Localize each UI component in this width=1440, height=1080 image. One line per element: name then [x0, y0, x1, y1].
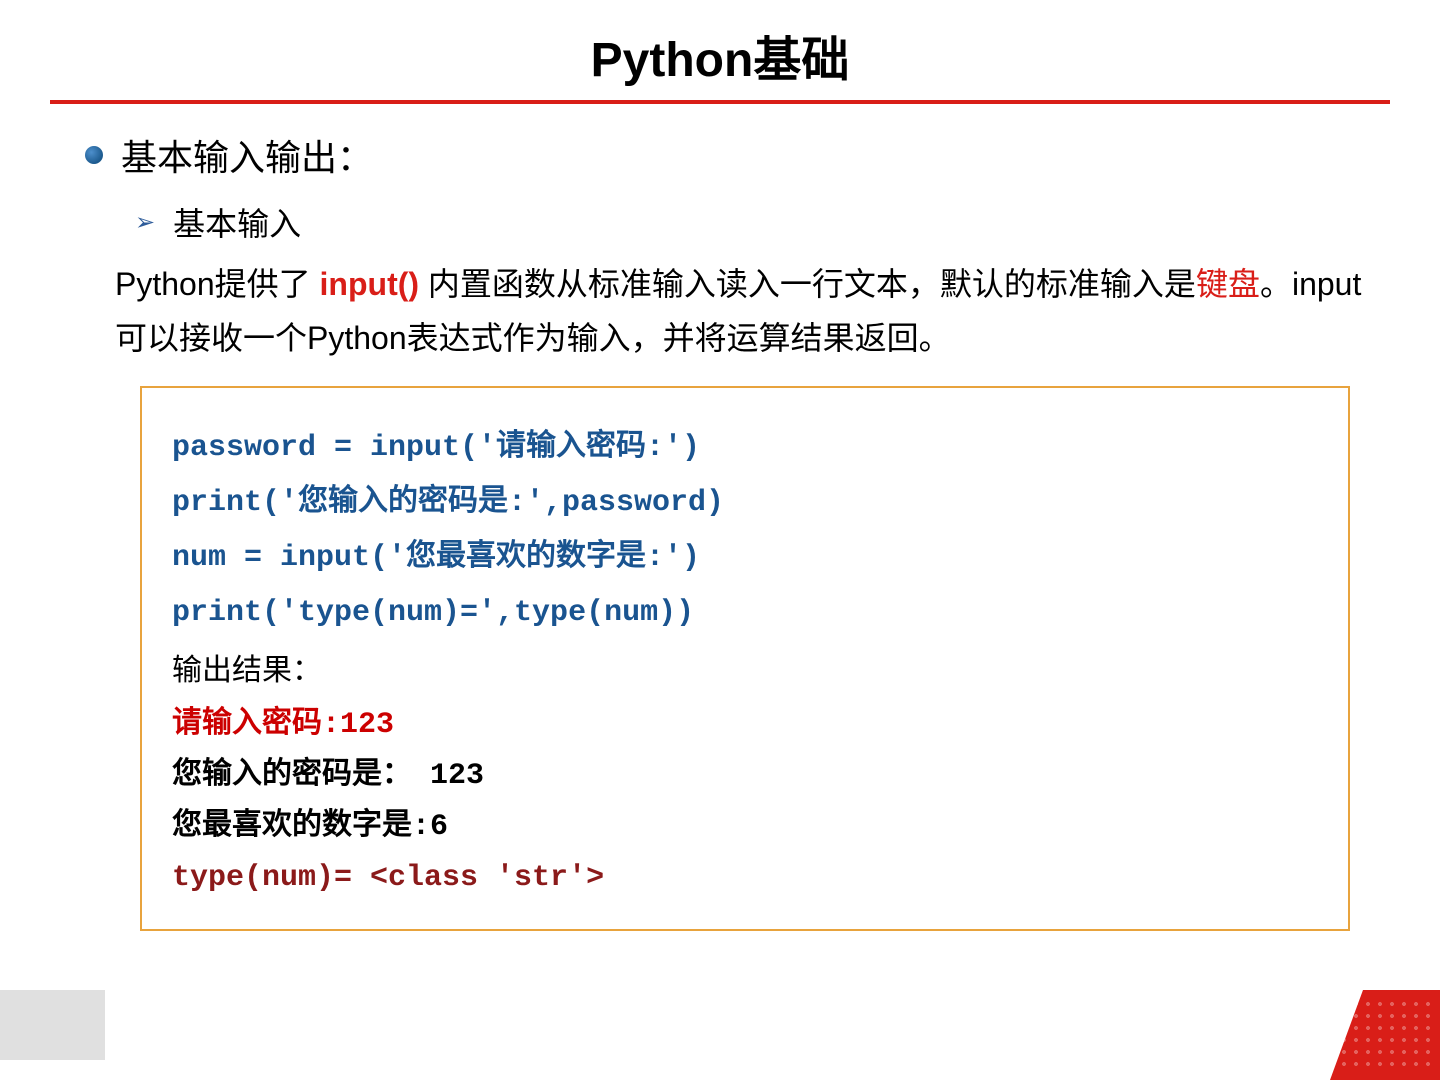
description-paragraph: Python提供了 input() 内置函数从标准输入读入一行文本，默认的标准输…: [115, 257, 1370, 366]
main-bullet: 基本输入输出：: [85, 129, 1390, 181]
footer-red-decoration: [1330, 990, 1440, 1080]
code-line-4: print('type(num)=',type(num)): [172, 588, 1318, 639]
sub-bullet: ➢ 基本输入: [135, 199, 1390, 245]
para-prefix: Python提供了: [115, 266, 320, 302]
slide-title: Python基础: [50, 20, 1390, 90]
output-line-4: type(num)= <class 'str'>: [172, 853, 1318, 904]
footer-gray-block: [0, 990, 105, 1060]
keyboard-word: 键盘: [1196, 266, 1260, 302]
arrow-icon: ➢: [135, 208, 155, 237]
para-mid1: 内置函数从标准输入读入一行文本，默认的标准输入是: [419, 266, 1196, 302]
section-heading: 基本输入输出：: [121, 129, 373, 181]
input-func: input(): [320, 266, 420, 302]
output-label: 输出结果：: [172, 645, 1318, 696]
code-example-box: password = input('请输入密码:') print('您输入的密码…: [140, 386, 1350, 931]
disc-bullet-icon: [85, 146, 103, 164]
content-section: 基本输入输出： ➢ 基本输入 Python提供了 input() 内置函数从标准…: [50, 129, 1390, 931]
code-line-2: print('您输入的密码是:',password): [172, 478, 1318, 529]
output-line-2: 您输入的密码是： 123: [172, 751, 1318, 802]
title-divider: [50, 100, 1390, 104]
output-line-1: 请输入密码:123: [172, 700, 1318, 751]
slide: Python基础 基本输入输出： ➢ 基本输入 Python提供了 input(…: [0, 0, 1440, 931]
code-line-1: password = input('请输入密码:'): [172, 423, 1318, 474]
output-line-3: 您最喜欢的数字是:6: [172, 802, 1318, 853]
code-line-3: num = input('您最喜欢的数字是:'): [172, 533, 1318, 584]
sub-heading: 基本输入: [173, 199, 301, 245]
